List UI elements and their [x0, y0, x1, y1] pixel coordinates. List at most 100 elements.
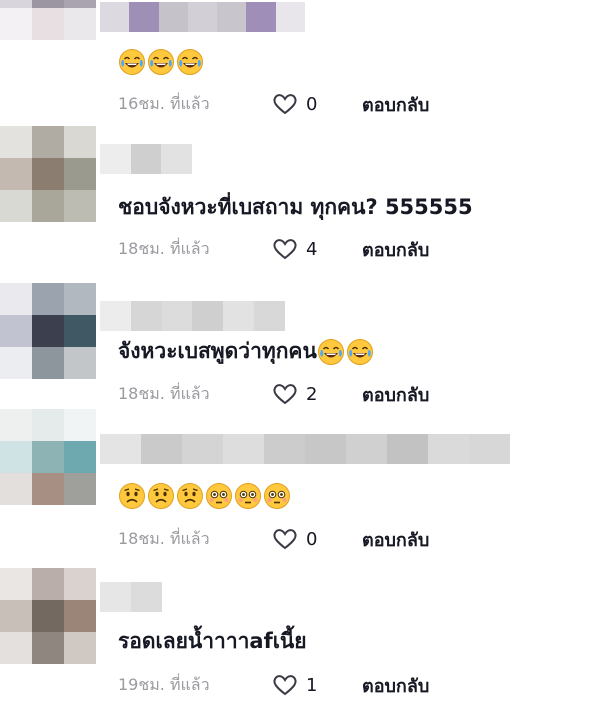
avatar-pixel — [0, 409, 32, 441]
heart-icon[interactable] — [272, 382, 298, 406]
username-pixel — [131, 582, 162, 612]
avatar-pixel — [0, 632, 32, 664]
comment-text: ชอบจังหวะที่เบสถาม ทุกคน? 555555 — [118, 195, 473, 219]
username[interactable] — [100, 434, 510, 464]
username[interactable] — [100, 144, 192, 174]
heart-icon[interactable] — [272, 527, 298, 551]
tears-of-joy-emoji-icon — [346, 339, 373, 365]
avatar-pixel — [0, 8, 32, 40]
avatar-pixel — [64, 347, 96, 379]
comment-time: 18ชม. ที่แล้ว — [118, 238, 210, 258]
avatar-pixel — [32, 190, 64, 222]
username-pixel — [223, 434, 264, 464]
avatar-pixel — [64, 600, 96, 632]
avatar-pixel — [64, 8, 96, 40]
avatar-pixel — [0, 0, 32, 8]
avatar[interactable] — [0, 409, 96, 505]
avatar[interactable] — [0, 0, 96, 40]
username[interactable] — [100, 301, 285, 331]
worried-face-emoji-icon — [119, 483, 145, 509]
username-pixel — [161, 144, 192, 174]
reply-button[interactable]: ตอบกลับ — [362, 671, 429, 700]
username-pixel — [130, 144, 162, 174]
avatar[interactable] — [0, 283, 96, 379]
username-pixel — [158, 2, 188, 32]
tears-of-joy-emoji-icon — [317, 339, 344, 365]
heart-icon[interactable] — [272, 673, 298, 697]
avatar[interactable] — [0, 126, 96, 222]
username-pixel — [182, 434, 223, 464]
avatar-pixel — [32, 158, 64, 190]
flushed-face-emoji-icon — [206, 483, 232, 509]
avatar-pixel — [32, 632, 64, 664]
worried-face-emoji-icon — [177, 483, 203, 509]
avatar-pixel — [0, 347, 32, 379]
username-pixel — [187, 2, 218, 32]
avatar-pixel — [0, 473, 32, 505]
tears-of-joy-emoji-icon — [119, 49, 145, 75]
username-pixel — [246, 2, 276, 32]
username-pixel — [100, 144, 131, 174]
avatar-pixel — [64, 409, 96, 441]
avatar-pixel — [32, 283, 64, 315]
reply-button[interactable]: ตอบกลับ — [362, 380, 429, 409]
username-pixel — [129, 2, 159, 32]
username-pixel — [192, 301, 224, 331]
avatar-pixel — [64, 190, 96, 222]
avatar-pixel — [0, 283, 32, 315]
avatar-pixel — [32, 347, 64, 379]
reply-button[interactable]: ตอบกลับ — [362, 90, 429, 119]
reply-button[interactable]: ตอบกลับ — [362, 525, 429, 554]
username-pixel — [346, 434, 387, 464]
tears-of-joy-emoji-icon — [177, 49, 203, 75]
avatar-pixel — [64, 315, 96, 347]
avatar-pixel — [32, 0, 64, 8]
avatar-pixel — [32, 409, 64, 441]
avatar-pixel — [64, 441, 96, 473]
reply-button[interactable]: ตอบกลับ — [362, 235, 429, 264]
avatar-pixel — [0, 441, 32, 473]
avatar-pixel — [64, 568, 96, 600]
username[interactable] — [100, 2, 305, 32]
username-pixel — [141, 434, 182, 464]
avatar-pixel — [0, 158, 32, 190]
comment-text — [118, 480, 292, 510]
like-count: 1 — [306, 674, 318, 696]
heart-icon[interactable] — [272, 92, 298, 116]
avatar-pixel — [64, 0, 96, 8]
avatar-pixel — [0, 126, 32, 158]
avatar[interactable] — [0, 568, 96, 664]
username-pixel — [100, 2, 130, 32]
like-count: 0 — [306, 93, 318, 115]
comment-time: 18ชม. ที่แล้ว — [118, 528, 210, 548]
avatar-pixel — [0, 600, 32, 632]
avatar-pixel — [32, 126, 64, 158]
comment-text: รอดเลยน้ำาาาafเนี้ย — [118, 629, 307, 653]
avatar-pixel — [64, 632, 96, 664]
avatar-pixel — [64, 126, 96, 158]
username-pixel — [428, 434, 469, 464]
worried-face-emoji-icon — [148, 483, 174, 509]
comment-time: 16ชม. ที่แล้ว — [118, 93, 210, 113]
like-count: 4 — [306, 238, 318, 260]
avatar-pixel — [32, 473, 64, 505]
avatar-pixel — [64, 158, 96, 190]
username-pixel — [161, 301, 193, 331]
comment-text: จังหวะเบสพูดว่าทุกคน — [118, 336, 375, 366]
username-pixel — [254, 301, 285, 331]
flushed-face-emoji-icon — [235, 483, 261, 509]
avatar-pixel — [32, 600, 64, 632]
username-pixel — [275, 2, 305, 32]
username-pixel — [100, 582, 131, 612]
username-pixel — [469, 434, 510, 464]
tears-of-joy-emoji-icon — [148, 49, 174, 75]
comment-time: 18ชม. ที่แล้ว — [118, 383, 210, 403]
username-pixel — [130, 301, 162, 331]
username-pixel — [100, 301, 131, 331]
username[interactable] — [100, 582, 162, 612]
heart-icon[interactable] — [272, 237, 298, 261]
username-pixel — [387, 434, 428, 464]
like-count: 2 — [306, 383, 318, 405]
like-count: 0 — [306, 528, 318, 550]
flushed-face-emoji-icon — [264, 483, 290, 509]
